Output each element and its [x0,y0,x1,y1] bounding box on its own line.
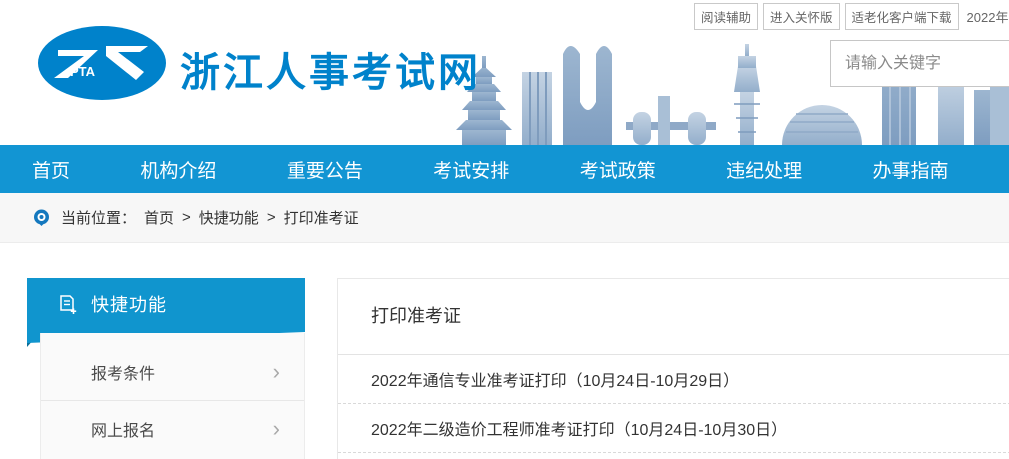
reading-assist-button[interactable]: 阅读辅助 [694,3,758,30]
main-content-panel: 打印准考证 2022年通信专业准考证打印（10月24日-10月29日） 2022… [337,278,1009,459]
nav-item-exam-schedule[interactable]: 考试安排 [433,156,509,183]
breadcrumb-quick-functions[interactable]: 快捷功能 [199,207,259,228]
chevron-right-icon: › [273,361,280,383]
search-input[interactable] [830,40,1009,87]
sidebar-menu: 报考条件 › 网上报名 › [40,333,305,459]
site-logo[interactable]: PTA [36,24,168,102]
list-item[interactable]: 2022年二级造价工程师准考证打印（10月24日-10月30日） [338,404,1009,453]
main-nav: 首页 机构介绍 重要公告 考试安排 考试政策 违纪处理 办事指南 网站 [0,145,1009,193]
nav-item-violation[interactable]: 违纪处理 [726,156,802,183]
breadcrumb: 当前位置： 首页 > 快捷功能 > 打印准考证 [0,193,1009,243]
sidebar-item-online-registration[interactable]: 网上报名 › [41,400,304,456]
breadcrumb-separator: > [267,209,276,226]
top-utility-bar: 阅读辅助 进入关怀版 适老化客户端下载 2022年1 [694,3,1009,30]
logo-ellipse [38,26,166,100]
page: 阅读辅助 进入关怀版 适老化客户端下载 2022年1 PTA 浙江人事考试网 [0,0,1009,459]
sidebar-item-label: 网上报名 [91,417,155,441]
date-text: 2022年1 [967,7,1009,26]
sidebar-item-label: 报考条件 [91,360,155,384]
document-plus-icon [57,294,78,315]
nav-item-exam-policy[interactable]: 考试政策 [580,156,656,183]
breadcrumb-current-page[interactable]: 打印准考证 [284,207,359,228]
care-version-button[interactable]: 进入关怀版 [763,3,840,30]
sidebar-header: 快捷功能 [27,278,305,330]
breadcrumb-home[interactable]: 首页 [144,207,174,228]
search-box [830,40,1009,87]
chevron-right-icon: › [273,418,280,440]
sidebar-item-exam-requirements[interactable]: 报考条件 › [41,344,304,400]
nav-item-home[interactable]: 首页 [32,156,70,183]
nav-item-service-guide[interactable]: 办事指南 [873,156,949,183]
logo-acronym-text: PTA [70,64,96,79]
page-title: 打印准考证 [338,279,1009,354]
list-item[interactable]: 2022年通信专业准考证打印（10月24日-10月29日） [338,355,1009,404]
breadcrumb-label: 当前位置： [61,207,136,228]
site-name: 浙江人事考试网 [180,40,481,98]
breadcrumb-separator: > [182,209,191,226]
nav-item-about[interactable]: 机构介绍 [140,156,216,183]
nav-item-announcements[interactable]: 重要公告 [287,156,363,183]
sidebar-title: 快捷功能 [91,291,167,317]
location-pin-icon [33,209,50,226]
elderly-client-download-button[interactable]: 适老化客户端下载 [845,3,959,30]
